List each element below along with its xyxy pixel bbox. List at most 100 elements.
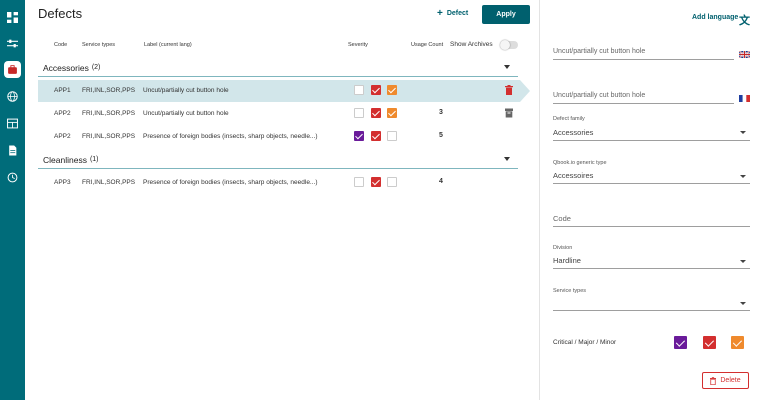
table-row[interactable]: APP2 FRI,INL,SOR,PPS Presence of foreign…	[38, 126, 518, 148]
france-flag-icon[interactable]	[739, 95, 750, 102]
add-defect-label: Defect	[446, 10, 469, 17]
field-underline	[553, 310, 750, 311]
group-name: Accessories	[43, 62, 89, 73]
delete-button[interactable]: Delete	[702, 372, 749, 389]
qbook-type-select[interactable]: Qbook.io generic type Accessoires	[553, 160, 750, 186]
row-service-types: FRI,INL,SOR,PPS	[82, 87, 136, 94]
selection-pointer	[520, 80, 530, 102]
document-icon[interactable]	[3, 141, 22, 160]
globe-icon[interactable]	[3, 87, 22, 106]
add-defect-button[interactable]: + Defect	[437, 8, 469, 19]
briefcase-icon[interactable]	[4, 61, 21, 78]
caret-down-icon	[740, 131, 746, 134]
row-label: Presence of foreign bodies (insects, sha…	[143, 133, 318, 140]
show-archives-toggle[interactable]	[500, 40, 518, 50]
trash-icon	[710, 376, 717, 385]
uk-flag-icon[interactable]	[739, 51, 750, 58]
group-header-accessories[interactable]: Accessories (2)	[38, 59, 518, 77]
minor-checkbox[interactable]	[731, 336, 744, 349]
code-input[interactable]: Code	[553, 212, 750, 228]
division-value: Hardline	[553, 256, 581, 265]
field-underline	[553, 226, 750, 227]
table-row[interactable]: APP2 FRI,INL,SOR,PPS Uncut/partially cut…	[38, 103, 518, 125]
division-label: Division	[553, 245, 573, 251]
group-count: (1)	[89, 156, 99, 163]
row-usage-count: 3	[439, 109, 443, 116]
row-label: Presence of foreign bodies (insects, sha…	[143, 179, 318, 186]
label-en-field[interactable]: Uncut/partially cut button hole	[553, 46, 750, 62]
critical-checkbox[interactable]	[354, 85, 364, 95]
code-placeholder: Code	[553, 214, 571, 223]
critical-checkbox[interactable]	[354, 108, 364, 118]
row-service-types: FRI,INL,SOR,PPS	[82, 179, 136, 186]
minor-checkbox[interactable]	[387, 131, 397, 141]
settings-sliders-icon[interactable]	[3, 34, 22, 53]
row-service-types: FRI,INL,SOR,PPS	[82, 133, 136, 140]
label-fr-value: Uncut/partially cut button hole	[553, 92, 646, 99]
caret-down-icon[interactable]	[504, 157, 510, 161]
history-icon[interactable]	[3, 168, 22, 187]
header-code: Code	[54, 42, 68, 48]
major-checkbox[interactable]	[371, 177, 381, 187]
row-label: Uncut/partially cut button hole	[143, 110, 229, 117]
critical-checkbox[interactable]	[354, 177, 364, 187]
plus-icon: +	[437, 8, 443, 19]
caret-down-icon	[740, 260, 746, 263]
group-header-cleanliness[interactable]: Cleanliness (1)	[38, 151, 518, 169]
show-archives-label: Show Archives	[450, 41, 493, 48]
major-checkbox[interactable]	[703, 336, 716, 349]
major-checkbox[interactable]	[371, 85, 381, 95]
header-severity: Severity	[348, 42, 368, 48]
label-en-value: Uncut/partially cut button hole	[553, 48, 646, 55]
translate-icon[interactable]: 文	[739, 12, 750, 28]
severity-label: Critical / Major / Minor	[553, 339, 617, 346]
field-underline	[553, 183, 750, 184]
table-icon[interactable]	[3, 114, 22, 133]
header-usage-count: Usage Count	[411, 42, 444, 48]
service-types-label: Service types	[553, 288, 587, 294]
minor-checkbox[interactable]	[387, 177, 397, 187]
row-usage-count: 5	[439, 132, 443, 139]
dashboard-icon[interactable]	[3, 8, 22, 27]
group-count: (2)	[91, 64, 101, 71]
row-code: APP3	[54, 179, 71, 186]
label-fr-field[interactable]: Uncut/partially cut button hole	[553, 90, 750, 106]
header-service-types: Service types	[82, 42, 116, 48]
caret-down-icon[interactable]	[504, 65, 510, 69]
row-code: APP1	[54, 87, 71, 94]
major-checkbox[interactable]	[371, 108, 381, 118]
trash-icon[interactable]	[505, 85, 513, 95]
add-language-button[interactable]: Add language	[692, 14, 738, 21]
app: Defects + Defect Apply Code Service type…	[0, 0, 763, 400]
service-types-select[interactable]: Service types	[553, 288, 750, 314]
defect-family-label: Defect family	[553, 116, 585, 122]
row-service-types: FRI,INL,SOR,PPS	[82, 110, 136, 117]
critical-checkbox[interactable]	[354, 131, 364, 141]
field-underline	[553, 103, 734, 104]
field-underline	[553, 268, 750, 269]
table-row[interactable]: APP1 FRI,INL,SOR,PPS Uncut/partially cut…	[38, 80, 520, 102]
minor-checkbox[interactable]	[387, 108, 397, 118]
row-code: APP2	[54, 110, 71, 117]
sidebar	[0, 0, 25, 400]
major-checkbox[interactable]	[371, 131, 381, 141]
header-label: Label (current lang)	[144, 42, 192, 48]
row-label: Uncut/partially cut button hole	[143, 87, 229, 94]
qbook-type-label: Qbook.io generic type	[553, 160, 607, 166]
field-underline	[553, 59, 734, 60]
archive-icon[interactable]	[505, 108, 513, 118]
delete-label: Delete	[720, 377, 741, 384]
defect-family-value: Accessories	[553, 128, 594, 137]
detail-panel: Add language 文 Uncut/partially cut butto…	[539, 0, 763, 400]
table-row[interactable]: APP3 FRI,INL,SOR,PPS Presence of foreign…	[38, 172, 518, 194]
critical-checkbox[interactable]	[674, 336, 687, 349]
apply-button[interactable]: Apply	[482, 5, 530, 24]
defect-family-select[interactable]: Defect family Accessories	[553, 116, 750, 142]
minor-checkbox[interactable]	[387, 85, 397, 95]
caret-down-icon	[740, 175, 746, 178]
division-select[interactable]: Division Hardline	[553, 245, 750, 271]
qbook-type-value: Accessoires	[553, 171, 594, 180]
caret-down-icon	[740, 302, 746, 305]
row-usage-count: 4	[439, 178, 443, 185]
row-code: APP2	[54, 133, 71, 140]
